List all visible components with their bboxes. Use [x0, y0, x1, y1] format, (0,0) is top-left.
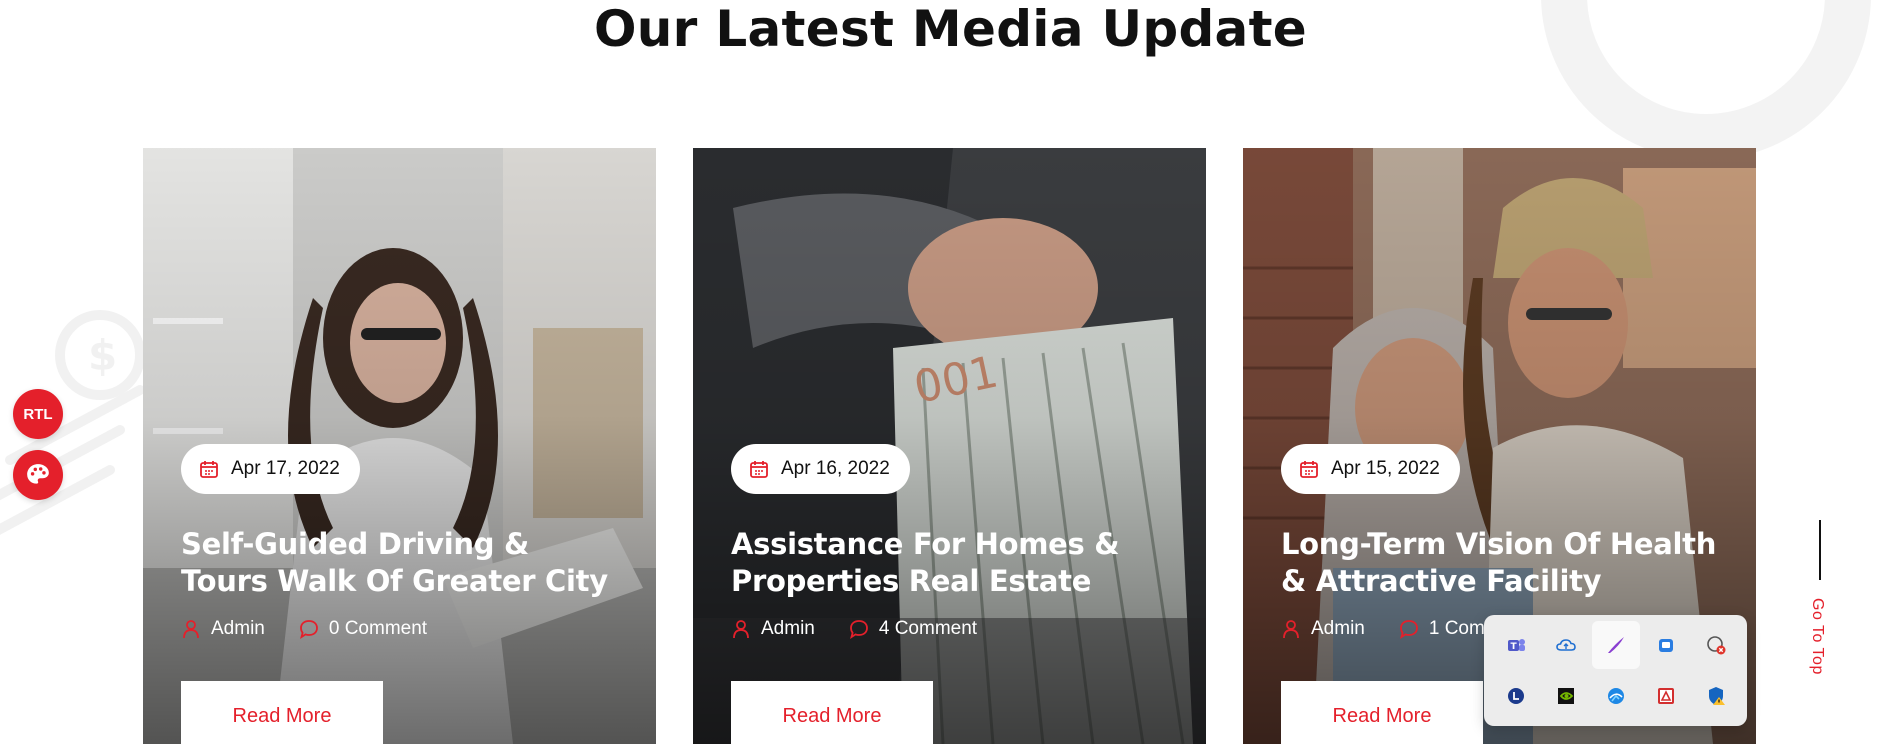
date-badge: Apr 15, 2022	[1281, 444, 1460, 494]
post-title[interactable]: Long-Term Vision Of Health & Attractive …	[1281, 526, 1721, 600]
post-meta: Admin 1 Com	[1281, 618, 1485, 640]
pdf-icon[interactable]	[1642, 672, 1690, 720]
post-title[interactable]: Self-Guided Driving & Tours Walk Of Grea…	[181, 526, 621, 600]
system-tray-overflow: T	[1484, 615, 1747, 726]
network-error-icon[interactable]	[1692, 621, 1740, 669]
color-palette-button[interactable]	[13, 450, 63, 500]
post-meta: Admin 0 Comment	[181, 618, 427, 640]
user-icon	[733, 620, 749, 639]
post-title[interactable]: Assistance For Homes & Properties Real E…	[731, 526, 1171, 600]
svg-text:T: T	[1511, 642, 1518, 652]
go-top-label: Go To Top	[1809, 598, 1826, 675]
palette-icon	[27, 464, 49, 484]
post-author[interactable]: Admin	[761, 618, 815, 640]
calendar-icon	[1300, 461, 1318, 478]
post-comments[interactable]: 4 Comment	[879, 618, 977, 640]
go-top-line	[1819, 520, 1821, 580]
rtl-toggle-button[interactable]: RTL	[13, 389, 63, 439]
user-icon	[1283, 620, 1299, 639]
post-meta: Admin 4 Comment	[731, 618, 977, 640]
post-date: Apr 15, 2022	[1331, 458, 1440, 479]
read-more-button[interactable]: Read More	[1281, 681, 1483, 744]
post-date: Apr 16, 2022	[781, 458, 890, 479]
post-author[interactable]: Admin	[1311, 618, 1365, 640]
blog-card[interactable]: 001 Apr 16, 2022 Assistance For Homes & …	[693, 148, 1206, 744]
comment-icon	[299, 620, 318, 639]
security-warning-icon[interactable]	[1692, 672, 1740, 720]
clock-icon[interactable]	[1492, 672, 1540, 720]
read-more-button[interactable]: Read More	[731, 681, 933, 744]
post-date: Apr 17, 2022	[231, 458, 340, 479]
post-comments[interactable]: 1 Com	[1429, 618, 1485, 640]
date-badge: Apr 17, 2022	[181, 444, 360, 494]
user-icon	[183, 620, 199, 639]
pen-icon[interactable]	[1592, 621, 1640, 669]
comment-icon	[849, 620, 868, 639]
teams-icon[interactable]: T	[1492, 621, 1540, 669]
read-more-button[interactable]: Read More	[181, 681, 383, 744]
date-badge: Apr 16, 2022	[731, 444, 910, 494]
browser-icon[interactable]	[1592, 672, 1640, 720]
post-author[interactable]: Admin	[211, 618, 265, 640]
calendar-icon	[750, 461, 768, 478]
section-title: Our Latest Media Update	[593, 0, 1308, 58]
go-to-top-link[interactable]: Go To Top	[1800, 520, 1840, 700]
svg-text:$: $	[88, 331, 117, 380]
blog-card[interactable]: Apr 17, 2022 Self-Guided Driving & Tours…	[143, 148, 656, 744]
calendar-icon	[200, 461, 218, 478]
comment-icon	[1399, 620, 1418, 639]
post-comments[interactable]: 0 Comment	[329, 618, 427, 640]
onedrive-icon[interactable]	[1542, 621, 1590, 669]
nvidia-icon[interactable]	[1542, 672, 1590, 720]
store-icon[interactable]	[1642, 621, 1690, 669]
